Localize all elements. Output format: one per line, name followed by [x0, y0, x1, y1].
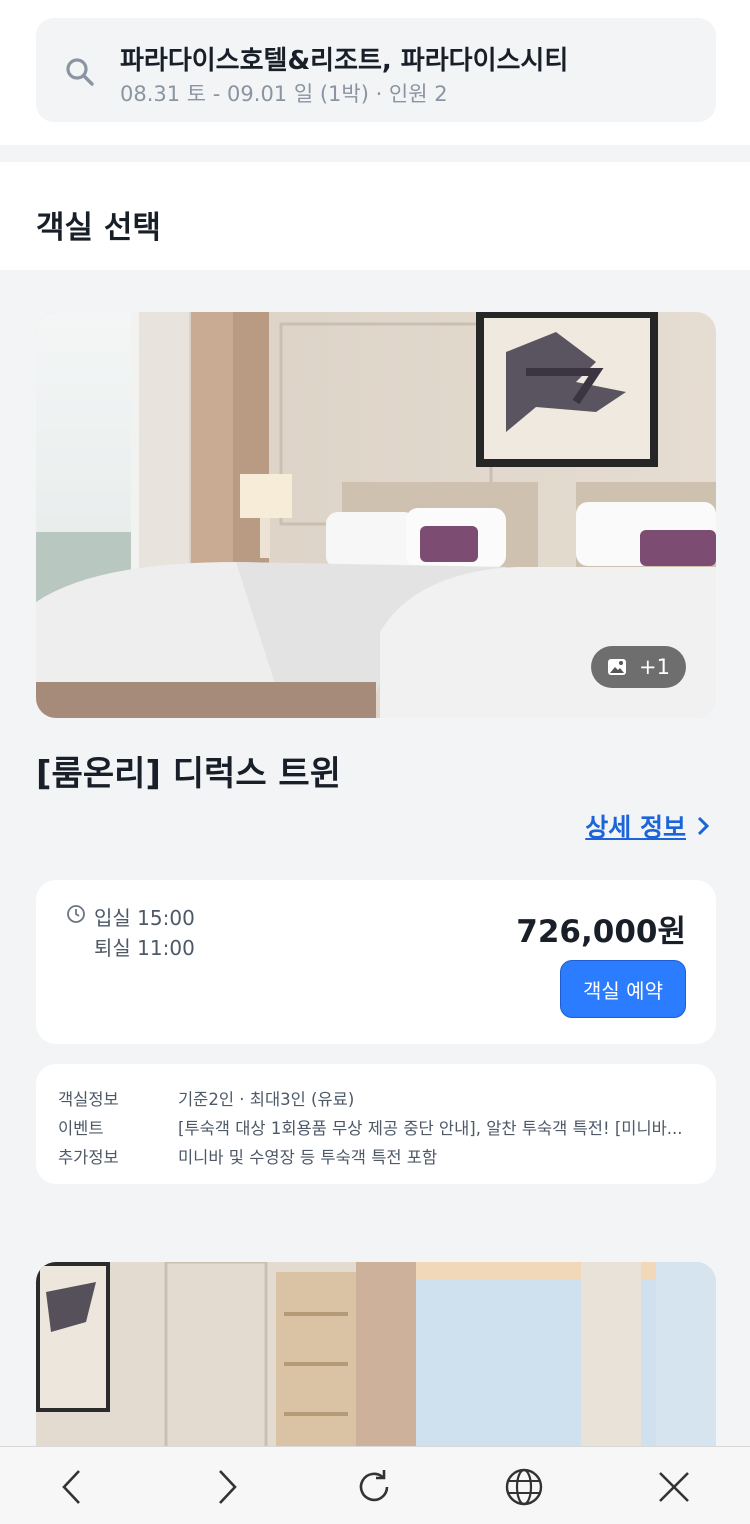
chevron-right-icon	[697, 816, 710, 836]
back-icon	[62, 1470, 80, 1504]
book-room-button[interactable]: 객실 예약	[560, 960, 686, 1018]
header-area: 파라다이스호텔&리조트, 파라다이스시티 08.31 토 - 09.01 일 (…	[0, 0, 750, 145]
back-button[interactable]	[50, 1465, 94, 1509]
price-card: 입실 15:00 퇴실 11:00 726,000원 객실 예약	[36, 880, 716, 1044]
search-bar[interactable]: 파라다이스호텔&리조트, 파라다이스시티 08.31 토 - 09.01 일 (…	[36, 18, 716, 122]
room-detail-link[interactable]: 상세 정보	[585, 808, 710, 844]
info-row: 객실정보 기준2인 · 최대3인 (유료)	[58, 1086, 698, 1110]
refresh-button[interactable]	[352, 1465, 396, 1509]
checkout-time: 퇴실 11:00	[94, 936, 195, 960]
image-icon	[608, 659, 627, 675]
info-value: 기준2인 · 최대3인 (유료)	[178, 1090, 355, 1109]
photo-count: +1	[639, 655, 670, 679]
clock-icon	[67, 905, 85, 923]
close-icon	[659, 1472, 689, 1502]
info-value: 미니바 및 수영장 등 투숙객 특전 포함	[178, 1148, 438, 1167]
browser-toolbar	[0, 1446, 750, 1524]
room-photo[interactable]	[36, 1262, 716, 1452]
room-name: [룸온리] 디럭스 트윈	[36, 754, 341, 794]
checkin-time: 입실 15:00	[94, 906, 195, 930]
info-row: 추가정보 미니바 및 수영장 등 투숙객 특전 포함	[58, 1144, 698, 1168]
refresh-icon	[359, 1470, 389, 1502]
info-key: 추가정보	[58, 1148, 119, 1167]
search-icon	[66, 58, 94, 86]
room-photo-image	[36, 1262, 716, 1452]
info-value: [투숙객 대상 1회용품 무상 제공 중단 안내], 알찬 투숙객 특전! [미…	[178, 1119, 683, 1138]
forward-icon	[219, 1470, 237, 1504]
room-info-card: 객실정보 기준2인 · 최대3인 (유료) 이벤트 [투숙객 대상 1회용품 무…	[36, 1064, 716, 1184]
info-key: 이벤트	[58, 1119, 104, 1138]
room-price: 726,000원	[516, 914, 686, 950]
close-button[interactable]	[652, 1465, 696, 1509]
info-key: 객실정보	[58, 1090, 119, 1109]
globe-icon	[505, 1468, 543, 1506]
forward-button[interactable]	[205, 1465, 249, 1509]
photo-count-badge[interactable]: +1	[591, 646, 686, 688]
hotel-name: 파라다이스호텔&리조트, 파라다이스시티	[120, 46, 569, 76]
stay-dates-guests: 08.31 토 - 09.01 일 (1박) · 인원 2	[120, 82, 448, 106]
section-header: 객실 선택	[0, 162, 750, 270]
section-title: 객실 선택	[36, 210, 161, 246]
room-photo[interactable]: +1	[36, 312, 716, 718]
room-detail-label: 상세 정보	[585, 813, 686, 842]
info-row: 이벤트 [투숙객 대상 1회용품 무상 제공 중단 안내], 알찬 투숙객 특전…	[58, 1115, 698, 1139]
globe-button[interactable]	[502, 1465, 546, 1509]
